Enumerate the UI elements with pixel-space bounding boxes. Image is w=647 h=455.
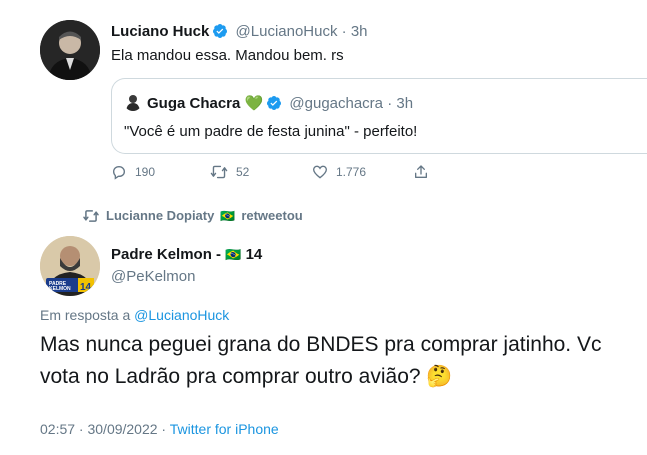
share-button[interactable] — [413, 164, 429, 180]
brazil-flag-emoji: 🇧🇷 — [225, 247, 242, 262]
avatar-padre-kelmon[interactable]: PADRE KELMON 14 — [40, 236, 100, 296]
brazil-flag-emoji: 🇧🇷 — [220, 208, 236, 223]
like-count: 1.776 — [336, 165, 367, 179]
top-tweet-text: Ela mandou essa. Mandou bem. rs — [111, 47, 344, 64]
person-photo-icon — [40, 20, 100, 80]
svg-text:14: 14 — [80, 282, 92, 293]
verified-badge-icon — [212, 23, 228, 43]
avatar-guga-chacra[interactable] — [124, 93, 142, 111]
reply-count: 190 — [135, 165, 156, 179]
reply-context: Em resposta a @LucianoHuck — [40, 307, 229, 323]
reply-button[interactable]: 190 — [111, 164, 155, 180]
share-icon — [415, 165, 427, 178]
tweet-metadata: 02:57 · 30/09/2022 · Twitter for iPhone — [40, 421, 279, 437]
person-photo-icon — [126, 95, 140, 111]
green-heart-emoji: 💚 — [244, 95, 264, 112]
person-photo-icon: PADRE KELMON 14 — [40, 236, 100, 296]
like-button[interactable]: 1.776 — [312, 164, 366, 180]
main-tweet-header: Padre Kelmon - 🇧🇷 14 — [111, 246, 262, 263]
retweeter-name[interactable]: Lucianne Dopiaty — [106, 208, 214, 223]
retweeted-label: retweetou — [241, 208, 303, 223]
quoted-tweet-text: "Você é um padre de festa junina" - perf… — [124, 123, 418, 140]
verified-badge-icon — [266, 95, 282, 115]
author-name[interactable]: Luciano Huck — [111, 23, 209, 40]
retweet-button[interactable]: 52 — [210, 164, 249, 180]
reply-prefix: Em resposta a — [40, 307, 131, 323]
main-tweet-text-line-1: Mas nunca peguei grana do BNDES pra comp… — [40, 333, 602, 356]
author-handle[interactable]: @LucianoHuck — [236, 23, 338, 40]
retweet-count: 52 — [236, 165, 250, 179]
reply-to-handle[interactable]: @LucianoHuck — [134, 307, 229, 323]
author-name[interactable]: Padre Kelmon - — [111, 246, 221, 263]
quoted-author-name: Guga Chacra — [147, 95, 241, 112]
reply-icon — [112, 165, 126, 180]
quoted-tweet-header: Guga Chacra 💚 @gugachacra · 3h — [147, 94, 413, 115]
retweet-banner: Lucianne Dopiaty 🇧🇷 retweetou — [82, 208, 303, 223]
thinking-emoji: 🤔 — [426, 365, 453, 388]
quoted-tweet-card[interactable] — [111, 78, 647, 154]
tweet-time: · 3h — [341, 23, 368, 40]
main-tweet-text-line-2: vota no Ladrão pra comprar outro avião? … — [40, 365, 453, 389]
quoted-tweet-time: · 3h — [387, 95, 414, 112]
retweet-icon — [210, 165, 228, 179]
candidate-number: 14 — [245, 246, 263, 263]
svg-text:KELMON: KELMON — [49, 286, 71, 292]
timestamp[interactable]: 02:57 · 30/09/2022 · — [40, 421, 166, 437]
avatar-luciano-huck[interactable] — [40, 20, 100, 80]
tweet-source[interactable]: Twitter for iPhone — [170, 421, 279, 437]
top-tweet-header: Luciano Huck @LucianoHuck · 3h — [111, 23, 368, 43]
retweet-icon — [83, 209, 99, 222]
main-tweet-text: vota no Ladrão pra comprar outro avião? — [40, 365, 421, 388]
author-handle[interactable]: @PeKelmon — [111, 268, 195, 285]
heart-icon — [312, 165, 328, 179]
quoted-author-handle: @gugachacra — [289, 95, 384, 112]
